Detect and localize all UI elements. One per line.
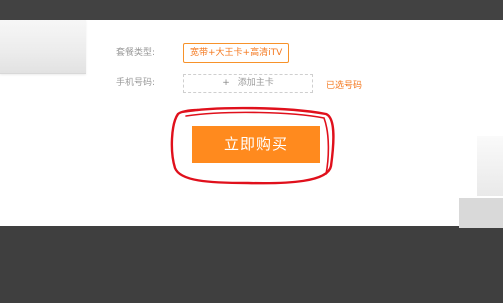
add-main-card-label: 添加主卡: [237, 78, 274, 88]
plan-type-label: 套餐类型:: [116, 48, 156, 58]
plus-icon: +: [222, 78, 230, 88]
plan-option-tag[interactable]: 宽带+大王卡+高清iTV: [183, 43, 290, 63]
side-decoration: [477, 136, 503, 196]
product-image: [0, 20, 86, 74]
selected-numbers-link[interactable]: 已选号码: [326, 78, 362, 91]
phone-number-label: 手机号码:: [116, 78, 156, 88]
top-dark-strip: [0, 0, 503, 20]
add-main-card-button[interactable]: + 添加主卡: [183, 74, 313, 93]
buy-now-button[interactable]: 立即购买: [192, 126, 320, 163]
side-decoration-lower: [459, 198, 503, 228]
